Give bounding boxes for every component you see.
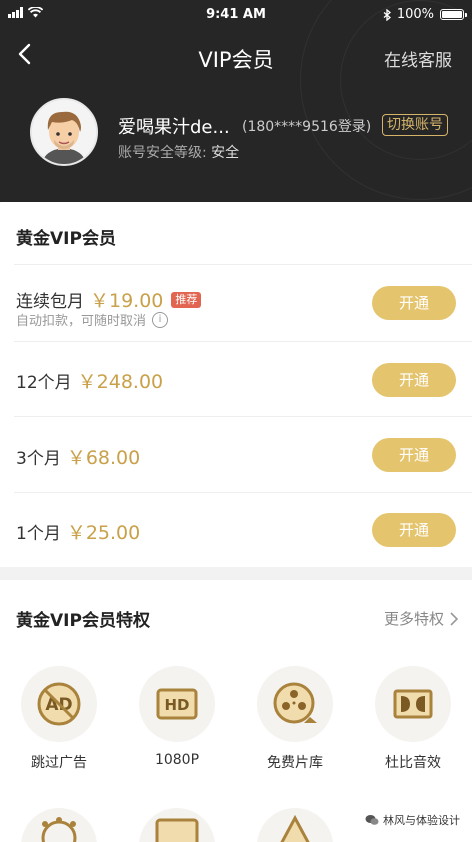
divider (14, 416, 472, 417)
open-button[interactable]: 开通 (372, 363, 456, 397)
dolby-icon (375, 666, 451, 742)
security-level: 账号安全等级: 安全 (118, 142, 239, 162)
privilege-icon-partial[interactable] (21, 808, 97, 842)
watermark-text: 林风与体验设计 (383, 814, 460, 827)
online-service-link[interactable]: 在线客服 (384, 46, 452, 71)
nav-bar: VIP会员 在线客服 (0, 38, 472, 78)
film-reel-icon (257, 666, 333, 742)
privilege-icon-partial[interactable] (257, 808, 333, 842)
plan-name: 3个月 (16, 449, 61, 469)
security-value: 安全 (211, 145, 240, 161)
divider (14, 264, 472, 265)
plan-price: ￥19.00 (90, 290, 164, 312)
plan-name: 连续包月 (16, 292, 84, 312)
avatar[interactable] (30, 98, 98, 166)
bluetooth-icon (383, 8, 391, 21)
auto-renew-note: 自动扣款，可随时取消 (16, 314, 147, 329)
user-name: 爱喝果汁de... (118, 117, 230, 138)
privilege-label: 跳过广告 (31, 755, 87, 771)
more-privileges-label: 更多特权 (383, 610, 444, 628)
plan-price: ￥68.00 (66, 447, 141, 469)
battery-icon (440, 9, 467, 20)
info-icon[interactable]: i (152, 311, 169, 328)
wechat-icon (365, 815, 379, 825)
plan-row-12-months: 12个月 ￥248.00 (16, 367, 163, 394)
section-title: 黄金VIP会员 (16, 229, 116, 249)
security-label: 账号安全等级: (118, 145, 207, 161)
switch-account-button[interactable]: 切换账号 (382, 114, 448, 136)
plan-name: 12个月 (16, 373, 72, 393)
chevron-right-icon (450, 611, 458, 626)
gold-vip-plans: 黄金VIP会员 连续包月 ￥19.00 推荐 自动扣款，可随时取消 i 开通 12个… (0, 202, 472, 567)
status-bar: 9:41 AM 100% (0, 0, 472, 30)
plan-name: 1个月 (16, 524, 61, 544)
plan-price: ￥25.00 (66, 522, 141, 544)
privilege-1080p[interactable]: HD 1080P (118, 666, 236, 768)
open-button[interactable]: 开通 (372, 286, 456, 320)
svg-text:HD: HD (164, 696, 189, 714)
privilege-skip-ad[interactable]: AD 跳过广告 (0, 666, 118, 772)
recommend-badge: 推荐 (171, 292, 202, 308)
user-phone: (180****9516登录) (242, 119, 372, 135)
privilege-free-library[interactable]: 免费片库 (236, 666, 354, 772)
plan-row-monthly: 连续包月 ￥19.00 推荐 (16, 286, 202, 313)
battery-percent: 100% (396, 7, 434, 22)
hd-icon: HD (139, 666, 215, 742)
user-info: 爱喝果汁de... (180****9516登录) 切换账号 账号安全等级: 安… (30, 98, 460, 166)
plan-row-1-month: 1个月 ￥25.00 (16, 518, 140, 545)
status-right: 100% (383, 7, 467, 22)
plan-row-3-months: 3个月 ￥68.00 (16, 443, 140, 470)
divider (14, 341, 472, 342)
divider (14, 492, 472, 493)
privilege-label: 杜比音效 (385, 755, 441, 771)
more-privileges-link[interactable]: 更多特权 (384, 608, 458, 629)
avatar-illustration (32, 100, 96, 164)
open-button[interactable]: 开通 (372, 438, 456, 472)
plan-subtitle: 自动扣款，可随时取消 i (16, 310, 169, 329)
open-button[interactable]: 开通 (372, 513, 456, 547)
privilege-label: 1080P (154, 752, 200, 768)
watermark: 林风与体验设计 (361, 810, 464, 830)
gold-vip-privileges: 黄金VIP会员特权 更多特权 AD 跳过广告 HD 1080P (0, 580, 472, 842)
plan-price: ￥248.00 (77, 371, 164, 393)
privilege-dolby[interactable]: 杜比音效 (354, 666, 472, 772)
privilege-label: 免费片库 (267, 755, 323, 771)
header: 9:41 AM 100% VIP会员 在线客服 爱喝果汁de... (180**… (0, 0, 472, 202)
no-ad-icon: AD (21, 666, 97, 742)
privilege-icon-partial[interactable] (139, 808, 215, 842)
section-title: 黄金VIP会员特权 (16, 611, 150, 631)
